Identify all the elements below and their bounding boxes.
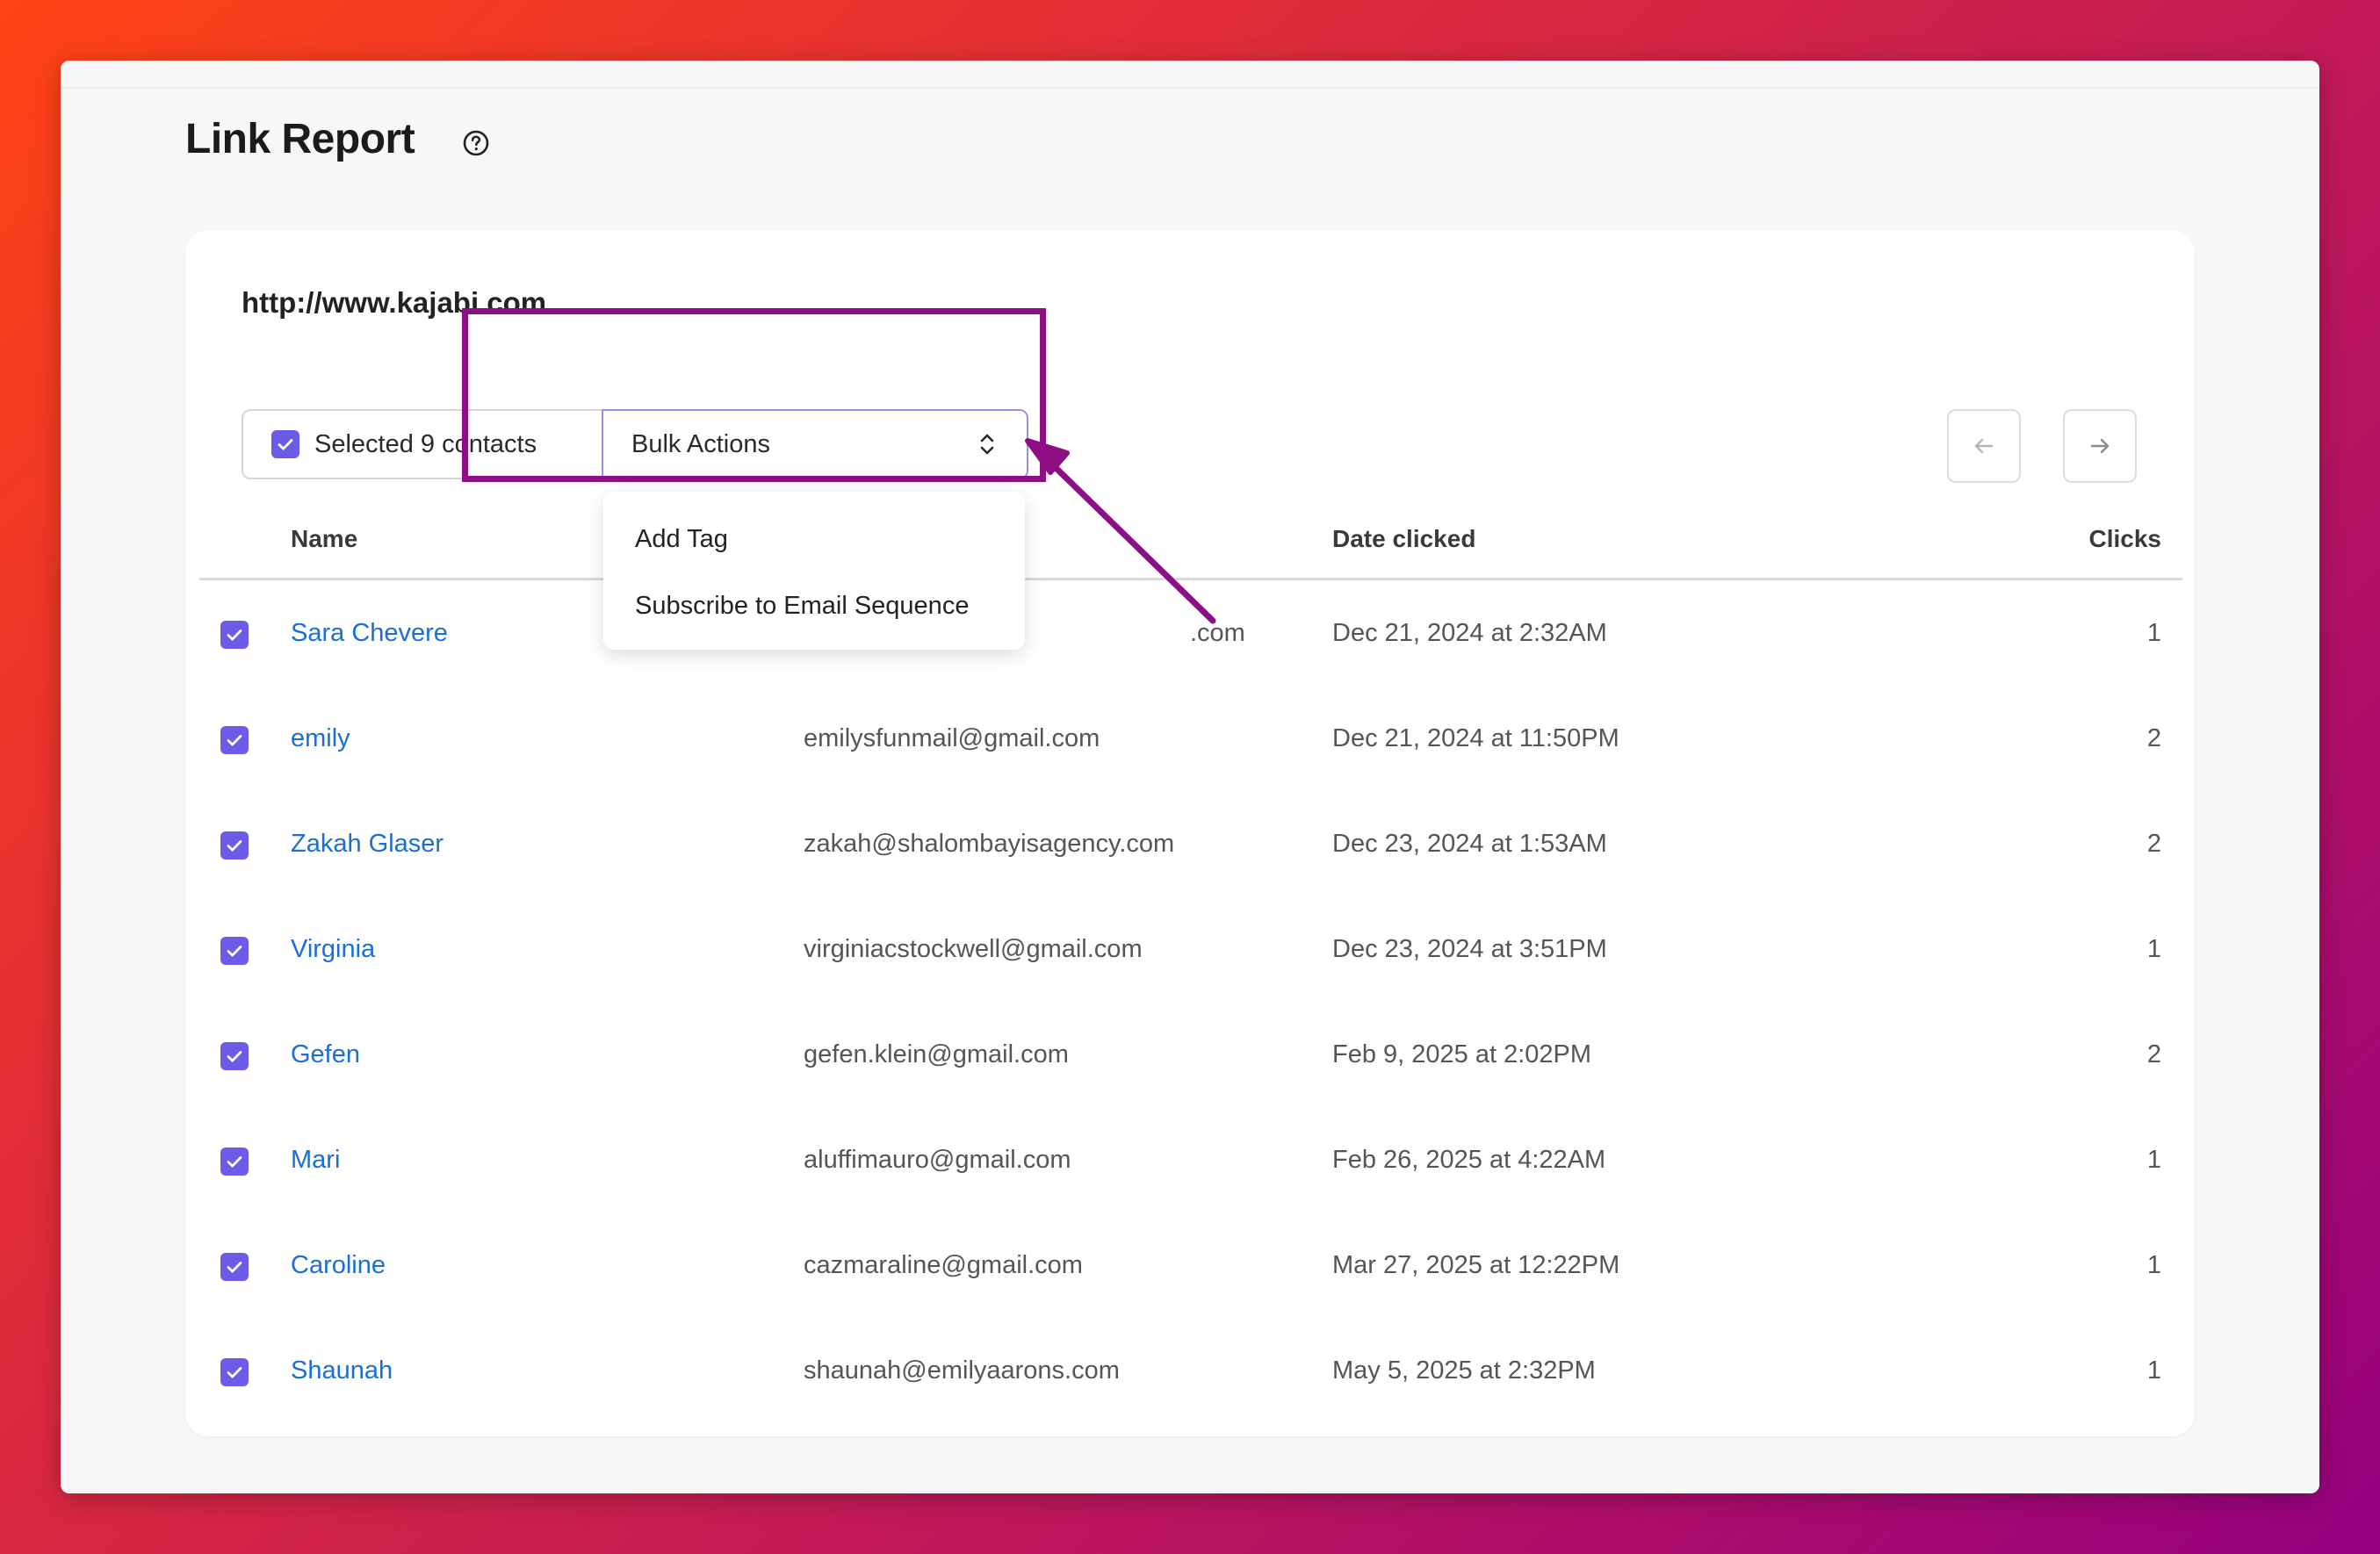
contact-email: emilysfunmail@gmail.com bbox=[804, 724, 1100, 752]
check-icon bbox=[227, 1156, 242, 1168]
contact-email: zakah@shalombayisagency.com bbox=[804, 830, 1175, 858]
contact-email: virginiacstockwell@gmail.com bbox=[804, 935, 1143, 963]
contact-email: .com bbox=[1190, 619, 1245, 647]
date-clicked: Dec 21, 2024 at 2:32AM bbox=[1332, 619, 1607, 647]
table-row: Sara Chevere .com Dec 21, 2024 at 2:32AM… bbox=[199, 582, 2182, 687]
date-clicked: Mar 27, 2025 at 12:22PM bbox=[1332, 1251, 1620, 1279]
table-row: Shaunah shaunah@emilyaarons.com May 5, 2… bbox=[199, 1320, 2182, 1425]
table-row: Zakah Glaser zakah@shalombayisagency.com… bbox=[199, 793, 2182, 898]
arrow-right-icon bbox=[2090, 438, 2110, 454]
click-count: 2 bbox=[2146, 830, 2161, 858]
app-window: Link Report http://www.kajabi.com Select… bbox=[61, 61, 2319, 1493]
check-icon bbox=[227, 840, 242, 852]
contact-email: gefen.klein@gmail.com bbox=[804, 1040, 1069, 1068]
click-count: 2 bbox=[2146, 724, 2161, 752]
click-count: 1 bbox=[2146, 619, 2161, 647]
contact-name-link[interactable]: Zakah Glaser bbox=[291, 830, 444, 859]
column-header-clicks[interactable]: Clicks bbox=[2089, 525, 2162, 553]
column-header-date-clicked[interactable]: Date clicked bbox=[1332, 525, 1475, 553]
date-clicked: Dec 21, 2024 at 11:50PM bbox=[1332, 724, 1619, 752]
click-count: 1 bbox=[2146, 1251, 2161, 1279]
menu-item-subscribe-email-sequence[interactable]: Subscribe to Email Sequence bbox=[603, 585, 1025, 651]
check-icon bbox=[227, 1262, 242, 1273]
click-count: 2 bbox=[2146, 1040, 2161, 1068]
click-count: 1 bbox=[2146, 1146, 2161, 1174]
contact-name-link[interactable]: Sara Chevere bbox=[291, 619, 448, 648]
bulk-actions-menu: Add Tag Subscribe to Email Sequence bbox=[603, 492, 1025, 650]
contact-name-link[interactable]: Shaunah bbox=[291, 1356, 393, 1385]
row-checkbox[interactable] bbox=[220, 831, 249, 860]
contact-name-link[interactable]: Mari bbox=[291, 1146, 340, 1175]
date-clicked: Feb 26, 2025 at 4:22AM bbox=[1332, 1146, 1606, 1174]
check-icon bbox=[227, 1051, 242, 1062]
row-checkbox[interactable] bbox=[220, 937, 249, 965]
click-count: 1 bbox=[2146, 1356, 2161, 1385]
annotation-highlight-box bbox=[462, 308, 1046, 482]
contact-name-link[interactable]: Virginia bbox=[291, 935, 375, 964]
table-row: emily emilysfunmail@gmail.com Dec 21, 20… bbox=[199, 687, 2182, 793]
contact-name-link[interactable]: Gefen bbox=[291, 1040, 360, 1069]
row-checkbox[interactable] bbox=[220, 726, 249, 754]
table-row: Gefen gefen.klein@gmail.com Feb 9, 2025 … bbox=[199, 1004, 2182, 1109]
date-clicked: Dec 23, 2024 at 1:53AM bbox=[1332, 830, 1607, 858]
row-checkbox[interactable] bbox=[220, 1148, 249, 1176]
date-clicked: Feb 9, 2025 at 2:02PM bbox=[1332, 1040, 1592, 1068]
menu-item-add-tag[interactable]: Add Tag bbox=[603, 518, 1025, 585]
date-clicked: Dec 23, 2024 at 3:51PM bbox=[1332, 935, 1607, 963]
next-page-button[interactable] bbox=[2063, 409, 2137, 483]
contact-name-link[interactable]: emily bbox=[291, 724, 350, 753]
click-count: 1 bbox=[2146, 935, 2161, 963]
previous-page-button[interactable] bbox=[1947, 409, 2021, 483]
check-icon bbox=[278, 439, 293, 450]
contact-name-link[interactable]: Caroline bbox=[291, 1251, 386, 1280]
table-row: Caroline cazmaraline@gmail.com Mar 27, 2… bbox=[199, 1214, 2182, 1320]
check-icon bbox=[227, 735, 242, 746]
check-icon bbox=[227, 946, 242, 957]
table-row: Virginia virginiacstockwell@gmail.com De… bbox=[199, 898, 2182, 1004]
window-top-divider bbox=[61, 87, 2319, 89]
select-all-checkbox[interactable] bbox=[271, 430, 299, 458]
check-icon bbox=[227, 1367, 242, 1378]
check-icon bbox=[227, 630, 242, 641]
contact-email: cazmaraline@gmail.com bbox=[804, 1251, 1083, 1279]
column-header-name[interactable]: Name bbox=[291, 525, 357, 553]
contact-email: aluffimauro@gmail.com bbox=[804, 1146, 1071, 1174]
arrow-left-icon bbox=[1974, 438, 1994, 454]
page-title: Link Report bbox=[185, 116, 415, 162]
contact-email: shaunah@emilyaarons.com bbox=[804, 1356, 1120, 1385]
table-row: Mari aluffimauro@gmail.com Feb 26, 2025 … bbox=[199, 1109, 2182, 1214]
date-clicked: May 5, 2025 at 2:32PM bbox=[1332, 1356, 1596, 1385]
row-checkbox[interactable] bbox=[220, 1358, 249, 1386]
row-checkbox[interactable] bbox=[220, 1042, 249, 1070]
question-circle-icon[interactable] bbox=[462, 129, 490, 157]
table-header: Name Date clicked Clicks bbox=[199, 511, 2182, 580]
row-checkbox[interactable] bbox=[220, 1253, 249, 1281]
row-checkbox[interactable] bbox=[220, 621, 249, 649]
